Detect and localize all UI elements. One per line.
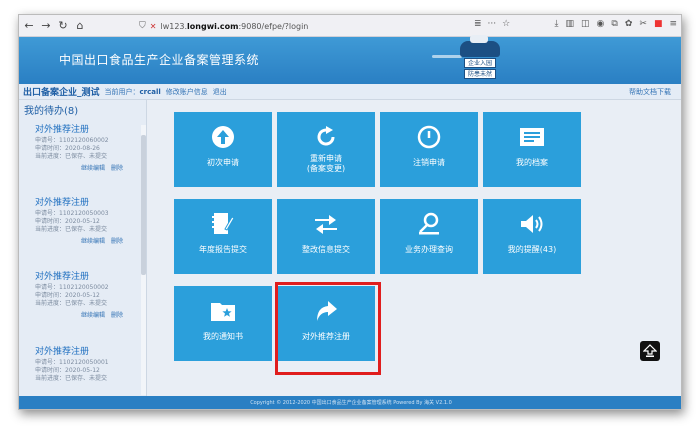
todo-item-name[interactable]: 对外推荐注册 bbox=[35, 122, 139, 135]
continue-edit-link[interactable]: 继续编辑 bbox=[81, 312, 105, 319]
tile-label: 注销申请 bbox=[413, 158, 445, 167]
more-icon[interactable]: ··· bbox=[488, 19, 497, 29]
todo-title: 我的待办(8) bbox=[24, 106, 79, 117]
tile-label: 业务办理查询 bbox=[405, 245, 453, 254]
edit-account-link[interactable]: 修改账户信息 bbox=[166, 87, 208, 97]
todo-panel: 我的待办(8) 对外推荐注册 申请号：1102120060002 申请时间：20… bbox=[19, 100, 147, 396]
refresh-icon bbox=[277, 124, 375, 150]
help-download-link[interactable]: 帮助文档下载 bbox=[629, 87, 671, 97]
tile-my-archive[interactable]: 我的档案 bbox=[483, 112, 581, 187]
company-name: 出口备案企业_测试 bbox=[23, 88, 100, 98]
url-domain: longwi.com bbox=[187, 21, 239, 31]
addon-icon[interactable]: ✿ bbox=[625, 19, 633, 29]
function-grid: 初次申请 重新申请 (备案变更) 注销申请 我的档案 年度报告提交 整改信息提交… bbox=[147, 100, 681, 396]
site-header: 中国出口食品生产企业备案管理系统 企业入园 防患未然 bbox=[19, 35, 681, 84]
todo-item-date: 申请时间：2020-08-26 bbox=[35, 145, 100, 152]
bookmark-star-icon[interactable]: ☆ bbox=[502, 19, 510, 29]
todo-item-name[interactable]: 对外推荐注册 bbox=[35, 195, 139, 208]
forward-icon[interactable]: → bbox=[39, 19, 53, 33]
todo-scrollbar[interactable] bbox=[141, 125, 146, 395]
todo-item-name[interactable]: 对外推荐注册 bbox=[35, 269, 139, 282]
logout-link[interactable]: 退出 bbox=[213, 87, 227, 97]
download-icon[interactable]: ⤓ bbox=[555, 19, 559, 29]
notebook-pen-icon bbox=[174, 211, 272, 237]
delete-link[interactable]: 删除 bbox=[111, 165, 123, 172]
footer-copyright: Copyright © 2012-2020 中国出口食品生产企业备案管理系统 P… bbox=[19, 396, 681, 409]
todo-item-status: 当前进度：已保存、未提交 bbox=[35, 153, 108, 160]
tile-label: 我的通知书 bbox=[203, 332, 243, 341]
tile-initial-apply[interactable]: 初次申请 bbox=[174, 112, 272, 187]
todo-item-number: 申请号：1102120050003 bbox=[35, 210, 109, 217]
todo-item-status: 当前进度：已保存、未提交 bbox=[35, 300, 108, 307]
todo-item-status: 当前进度：已保存、未提交 bbox=[35, 226, 108, 233]
todo-item-number: 申请号：1102120060002 bbox=[35, 137, 109, 144]
account-icon[interactable]: ◉ bbox=[597, 19, 605, 29]
logo-line1: 企业入园 bbox=[464, 58, 496, 68]
todo-item-date: 申请时间：2020-05-12 bbox=[35, 218, 100, 225]
swap-arrows-icon bbox=[277, 211, 375, 237]
page-menu-icon[interactable]: ≣ bbox=[474, 19, 482, 29]
folder-star-icon bbox=[174, 298, 272, 324]
tile-business-query[interactable]: 业务办理查询 bbox=[380, 199, 478, 274]
current-user: 当前用户：crcall bbox=[105, 87, 161, 97]
todo-item-date: 申请时间：2020-05-12 bbox=[35, 292, 100, 299]
continue-edit-link[interactable]: 继续编辑 bbox=[81, 238, 105, 245]
site-title: 中国出口食品生产企业备案管理系统 bbox=[59, 53, 260, 67]
search-person-icon bbox=[380, 211, 478, 237]
todo-item-date: 申请时间：2020-05-12 bbox=[35, 367, 100, 374]
tile-rectify-submit[interactable]: 整改信息提交 bbox=[277, 199, 375, 274]
tile-cancel-apply[interactable]: 注销申请 bbox=[380, 112, 478, 187]
screenshot-icon[interactable]: ✂ bbox=[639, 19, 647, 29]
insecure-lock-icon: ✕ bbox=[149, 21, 157, 31]
continue-edit-link[interactable]: 继续编辑 bbox=[81, 165, 105, 172]
todo-item: 对外推荐注册 申请号：1102120050003 申请时间：2020-05-12… bbox=[35, 195, 139, 245]
reload-icon[interactable]: ↻ bbox=[56, 19, 70, 33]
url-prefix: lw123. bbox=[160, 21, 188, 31]
current-user-label: 当前用户： bbox=[104, 87, 140, 96]
highlight-box bbox=[275, 282, 381, 375]
tile-my-notices[interactable]: 我的通知书 bbox=[174, 286, 272, 361]
power-icon bbox=[380, 124, 478, 150]
sidebar-icon[interactable]: ◫ bbox=[581, 19, 590, 29]
tile-my-reminders[interactable]: 我的提醒(43) bbox=[483, 199, 581, 274]
menu-icon[interactable]: ≡ bbox=[669, 19, 677, 29]
todo-item-number: 申请号：1102120050002 bbox=[35, 284, 109, 291]
tile-label: 整改信息提交 bbox=[302, 245, 350, 254]
tile-label: 初次申请 bbox=[207, 158, 239, 167]
todo-item: 对外推荐注册 申请号：1102120060002 申请时间：2020-08-26… bbox=[35, 122, 139, 172]
tile-label: 重新申请 (备案变更) bbox=[306, 154, 346, 173]
current-user-name: crcall bbox=[139, 87, 161, 96]
library-icon[interactable]: ▥ bbox=[566, 19, 575, 29]
notification-icon[interactable]: ■ bbox=[654, 19, 663, 29]
home-icon[interactable]: ⌂ bbox=[73, 19, 87, 33]
tile-label: 我的档案 bbox=[516, 158, 548, 167]
todo-item-name[interactable]: 对外推荐注册 bbox=[35, 344, 139, 357]
document-icon bbox=[483, 124, 581, 150]
tile-reapply[interactable]: 重新申请 (备案变更) bbox=[277, 112, 375, 187]
back-to-top-icon[interactable] bbox=[640, 341, 660, 361]
todo-item-status: 当前进度：已保存、未提交 bbox=[35, 375, 108, 382]
account-bar: 出口备案企业_测试 当前用户：crcall 修改账户信息 退出 帮助文档下载 bbox=[19, 84, 681, 100]
delete-link[interactable]: 删除 bbox=[111, 238, 123, 245]
arrow-up-circle-icon bbox=[174, 124, 272, 150]
shield-icon: ⛉ bbox=[139, 21, 146, 31]
delete-link[interactable]: 删除 bbox=[111, 312, 123, 319]
logo-line2: 防患未然 bbox=[464, 69, 496, 79]
ship-logo: 企业入园 防患未然 bbox=[432, 35, 506, 83]
todo-item: 对外推荐注册 申请号：1102120050002 申请时间：2020-05-12… bbox=[35, 269, 139, 319]
url-suffix: :9080/efpe/?login bbox=[238, 21, 309, 31]
speaker-icon bbox=[483, 211, 581, 237]
tile-label: 年度报告提交 bbox=[199, 245, 247, 254]
browser-window: ← → ↻ ⌂ ⛉ ✕ lw123. longwi.com:9080/efpe/?… bbox=[18, 14, 682, 410]
tile-annual-report[interactable]: 年度报告提交 bbox=[174, 199, 272, 274]
extension-icon[interactable]: ⧉ bbox=[611, 19, 617, 29]
address-bar[interactable]: ⛉ ✕ lw123. longwi.com:9080/efpe/?login bbox=[139, 18, 469, 34]
browser-toolbar: ← → ↻ ⌂ ⛉ ✕ lw123. longwi.com:9080/efpe/?… bbox=[19, 15, 681, 37]
todo-item-number: 申请号：1102120050001 bbox=[35, 359, 109, 366]
back-icon[interactable]: ← bbox=[22, 19, 36, 33]
tile-label: 我的提醒(43) bbox=[507, 245, 557, 254]
todo-item: 对外推荐注册 申请号：1102120050001 申请时间：2020-05-12… bbox=[35, 344, 139, 383]
